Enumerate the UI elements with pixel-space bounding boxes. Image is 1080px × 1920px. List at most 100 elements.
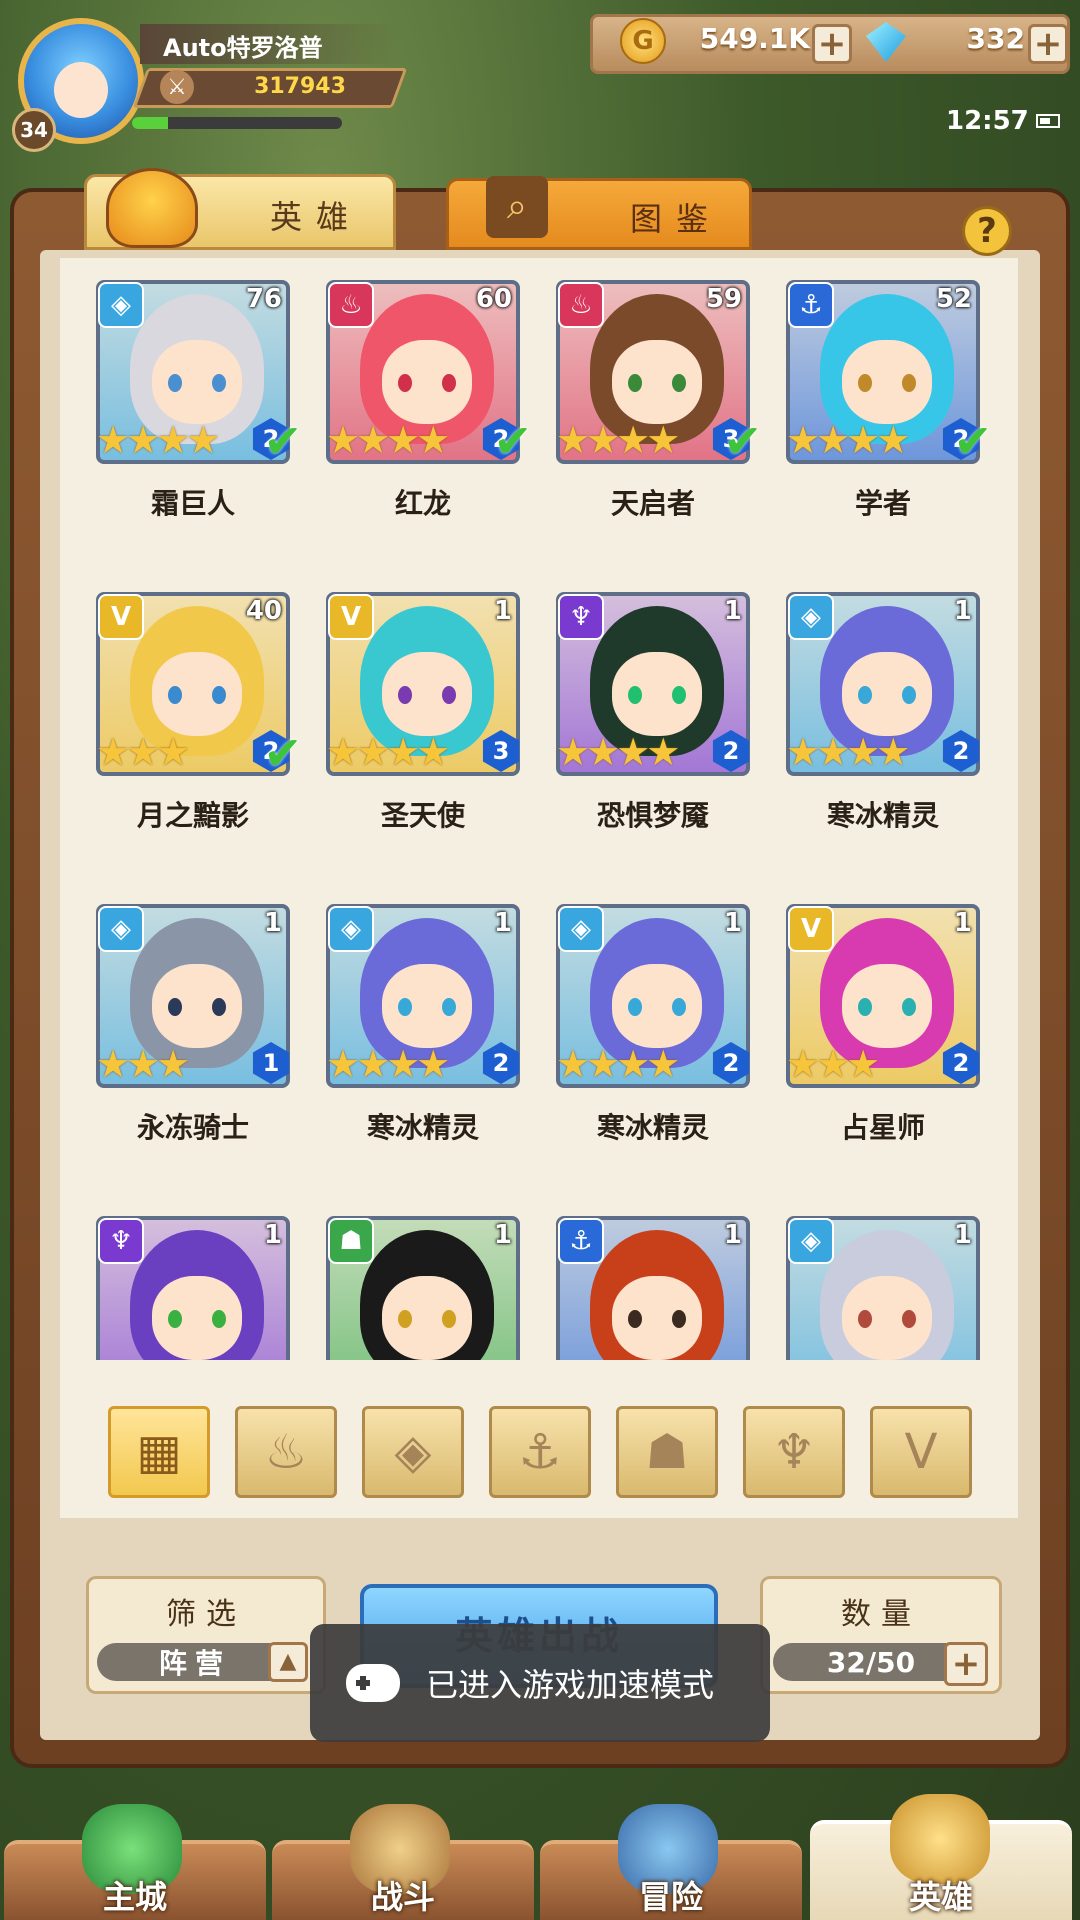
hero-card[interactable]: V 1 ★ ★ ★ 2 占星师	[786, 892, 980, 1144]
hero-name: 天启者	[610, 487, 695, 520]
bottom-nav: 主城 战斗 冒险 英雄	[0, 1794, 1080, 1920]
add-gems-button[interactable]: +	[1028, 24, 1068, 64]
hero-card[interactable]: ♨ 60 ★ ★ ★ ★ 2 ✔ 红龙	[326, 268, 532, 520]
hero-level: 52	[935, 284, 972, 314]
nav-adventure[interactable]: 冒险	[540, 1804, 802, 1920]
star-icon: ★	[96, 1042, 131, 1086]
hero-class-icon: ◈	[788, 594, 834, 640]
faction-filter-fire-button[interactable]: ♨	[235, 1406, 337, 1498]
hero-card[interactable]: ♨ 59 ★ ★ ★ ★ 3 ✔ 天启者	[556, 268, 762, 520]
hero-name: 月之黯影	[136, 799, 249, 832]
hero-card[interactable]: ◈ 76 ★ ★ ★ ★ 2 ✔ 霜巨人	[96, 268, 302, 520]
hero-name: 红龙	[394, 487, 451, 520]
hero-name: 学者	[854, 487, 911, 520]
beast-icon: ☗	[645, 1424, 689, 1480]
xp-fill	[132, 117, 168, 129]
faction-filter-dark-button[interactable]: ♆	[743, 1406, 845, 1498]
hero-class-icon: ⚓	[788, 282, 834, 328]
hero-stars: ★ ★ ★ ★	[326, 1044, 450, 1084]
nav-heroes[interactable]: 英雄	[810, 1794, 1072, 1920]
hero-name: 寒冰精灵	[596, 1111, 709, 1144]
nav-main-city[interactable]: 主城	[4, 1804, 266, 1920]
checkmark-icon: ✔	[953, 414, 992, 468]
faction-filter-row: ▦ ♨ ◈ ⚓ ☗ ♆ V	[108, 1406, 978, 1500]
hero-stars: ★ ★ ★ ★	[326, 418, 450, 462]
faction-filter-beast-button[interactable]: ☗	[616, 1406, 718, 1498]
nav-battle-label: 战斗	[370, 1878, 435, 1916]
star-icon: ★	[326, 730, 361, 774]
player-power: 317943	[254, 74, 346, 99]
hero-class-icon: ◈	[328, 906, 374, 952]
hero-card[interactable]: ⚓ 1	[556, 1204, 750, 1360]
hero-card[interactable]: V 40 ★ ★ ★ 2 ✔ 月之黯影	[96, 580, 302, 832]
hero-card[interactable]: ◈ 1	[786, 1204, 980, 1360]
faction-filter-all-grid-button[interactable]: ▦	[108, 1406, 210, 1498]
hero-card[interactable]: ◈ 1 ★ ★ ★ ★ 2 寒冰精灵	[326, 892, 520, 1144]
hero-class-icon: ♨	[558, 282, 604, 328]
hero-class-icon: ◈	[558, 906, 604, 952]
gold-amount: 549.1K	[699, 22, 810, 55]
star-icon: ★	[786, 418, 821, 462]
filter-title: 筛选	[166, 1597, 246, 1632]
hero-card[interactable]: ◈ 1 ★ ★ ★ 1 永冻骑士	[96, 892, 290, 1144]
hero-card[interactable]: ◈ 1 ★ ★ ★ ★ 2 寒冰精灵	[786, 580, 980, 832]
hero-stars: ★ ★ ★ ★	[96, 418, 220, 462]
speed-mode-toast: 已进入游戏加速模式	[310, 1624, 770, 1742]
faction-filter-anchor-button[interactable]: ⚓	[489, 1406, 591, 1498]
faction-filter-ice-button[interactable]: ◈	[362, 1406, 464, 1498]
star-icon: ★	[876, 730, 911, 774]
hero-level: 1	[723, 908, 742, 938]
expand-slots-button[interactable]: +	[944, 1642, 988, 1686]
hero-class-icon: ⚓	[558, 1218, 604, 1264]
clock: 12:57	[946, 106, 1029, 136]
hero-class-icon: V	[98, 594, 144, 640]
hero-stars: ★ ★ ★ ★	[556, 732, 680, 772]
hero-level: 1	[953, 1220, 972, 1250]
nav-battle[interactable]: 战斗	[272, 1804, 534, 1920]
filter-value[interactable]: 阵营	[97, 1643, 293, 1681]
star-icon: ★	[186, 418, 221, 462]
star-icon: ★	[646, 418, 681, 462]
star-icon: ★	[876, 418, 911, 462]
hero-level: 1	[723, 1220, 742, 1250]
hero-level: 59	[705, 284, 742, 314]
hero-stars: ★ ★ ★ ★	[556, 420, 680, 460]
star-icon: ★	[846, 1042, 881, 1086]
help-icon[interactable]: ?	[962, 206, 1012, 256]
count-title: 数量	[841, 1597, 921, 1632]
hero-stars: ★ ★ ★ ★	[786, 732, 910, 772]
hero-card[interactable]: ♆ 1	[96, 1204, 290, 1360]
crossed-swords-icon: ⚔	[160, 70, 194, 104]
tab-heroes-label: 英雄	[270, 198, 363, 236]
star-icon: ★	[156, 730, 191, 774]
hero-level: 1	[953, 908, 972, 938]
hero-class-icon: ◈	[788, 1218, 834, 1264]
star-icon: ★	[416, 418, 451, 462]
nav-heroes-label: 英雄	[908, 1878, 973, 1916]
hero-name: 霜巨人	[150, 487, 235, 520]
hero-card[interactable]: ☗ 1	[326, 1204, 520, 1360]
hero-name: 恐惧梦魇	[596, 799, 709, 832]
all-grid-icon: ▦	[136, 1424, 182, 1480]
star-icon: ★	[96, 418, 131, 462]
helmet-icon	[106, 168, 198, 248]
hero-class-icon: V	[328, 594, 374, 640]
filter-expand-button[interactable]: ▲	[268, 1642, 308, 1682]
hero-level: 1	[493, 908, 512, 938]
hero-level: 1	[493, 596, 512, 626]
hero-class-icon: V	[788, 906, 834, 952]
star-icon: ★	[646, 730, 681, 774]
hero-count: 32/50	[773, 1643, 969, 1681]
hero-card[interactable]: ◈ 1 ★ ★ ★ ★ 2 寒冰精灵	[556, 892, 750, 1144]
hero-level: 60	[475, 284, 512, 314]
hero-name: 占星师	[840, 1111, 925, 1144]
hero-card[interactable]: ♆ 1 ★ ★ ★ ★ 2 恐惧梦魇	[556, 580, 750, 832]
hero-card[interactable]: ⚓ 52 ★ ★ ★ ★ 2 ✔ 学者	[786, 268, 992, 520]
star-icon: ★	[326, 418, 361, 462]
hero-class-icon: ♆	[558, 594, 604, 640]
faction-filter-light-button[interactable]: V	[870, 1406, 972, 1498]
hero-card[interactable]: V 1 ★ ★ ★ ★ 3 圣天使	[326, 580, 520, 832]
toast-text: 已进入游戏加速模式	[426, 1666, 715, 1704]
hero-class-icon: ♨	[328, 282, 374, 328]
add-gold-button[interactable]: +	[812, 24, 852, 64]
